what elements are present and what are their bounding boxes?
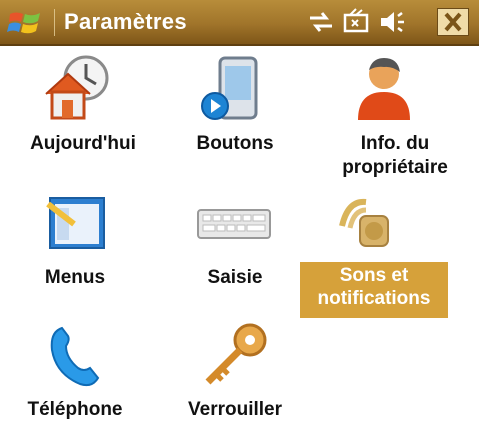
- item-label: Saisie: [207, 267, 263, 288]
- item-label-line2: notifications: [317, 288, 431, 309]
- title-bar: Paramètres: [0, 0, 479, 46]
- item-verrouiller[interactable]: Verrouiller: [160, 322, 310, 426]
- item-telephone[interactable]: Téléphone: [0, 322, 150, 426]
- owner-person-icon: [358, 58, 410, 120]
- item-boutons[interactable]: Boutons: [160, 52, 310, 192]
- keyboard-icon: [197, 209, 271, 239]
- close-icon: [444, 12, 462, 32]
- phone-button-icon: [201, 56, 258, 120]
- item-aujourdhui[interactable]: Aujourd'hui: [0, 52, 150, 192]
- item-info-proprietaire[interactable]: Info. du propriétaire: [320, 52, 470, 192]
- item-label: Verrouiller: [188, 399, 282, 420]
- selected-highlight: Sons et notifications: [300, 262, 448, 318]
- item-sons-notifications[interactable]: Sons et notifications: [300, 194, 450, 324]
- item-label: Aujourd'hui: [30, 133, 136, 154]
- speaker-icon: [339, 198, 389, 247]
- item-label-line1: Sons et: [339, 265, 409, 286]
- item-saisie[interactable]: Saisie: [160, 194, 310, 294]
- close-button[interactable]: [437, 8, 469, 36]
- network-sync-icon[interactable]: [306, 7, 336, 37]
- battery-icon[interactable]: [342, 7, 372, 37]
- item-label: Boutons: [196, 133, 274, 154]
- item-label-line2: propriétaire: [342, 157, 448, 178]
- item-label: Téléphone: [27, 399, 123, 420]
- volume-icon[interactable]: [378, 7, 408, 37]
- telephone-icon: [50, 326, 100, 387]
- item-label-line1: Info. du: [360, 133, 430, 154]
- item-label: Menus: [44, 267, 106, 288]
- item-menus[interactable]: Menus: [0, 194, 150, 294]
- windows-flag-icon[interactable]: [6, 6, 46, 38]
- menu-window-icon: [46, 197, 105, 249]
- home-clock-icon: [45, 55, 109, 120]
- title-separator: [54, 9, 55, 36]
- key-icon: [205, 323, 267, 385]
- page-title: Paramètres: [64, 9, 187, 34]
